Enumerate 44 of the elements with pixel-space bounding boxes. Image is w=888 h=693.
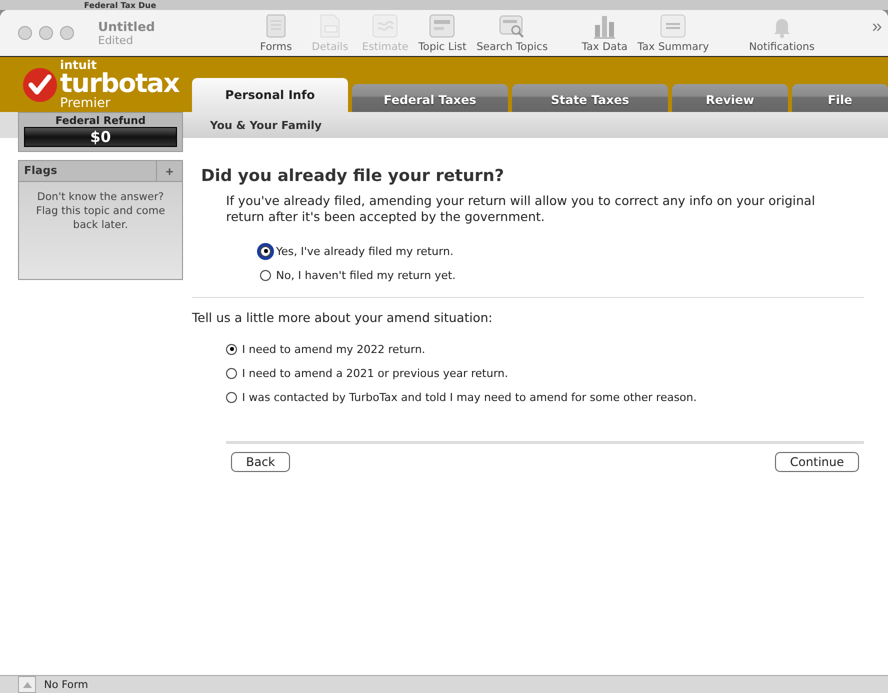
brand-name: intuit (60, 59, 98, 71)
tab[interactable]: Review (672, 84, 788, 112)
option-label[interactable]: I was contacted by TurboTax and told I may need to amend for some other reason. (242, 390, 697, 404)
question-description: If you've already filed, amending your return will allow you to correct any info on your original return after it's been accepted by the government. (226, 193, 816, 225)
list-icon (428, 13, 456, 39)
breadcrumb: You & Your Family (210, 118, 322, 132)
status-form: No Form (44, 678, 88, 690)
refund-amount: $0 (24, 127, 177, 147)
toolbar-button[interactable]: Tax Summary (634, 13, 713, 53)
refund-label: Federal Refund (54, 115, 147, 127)
edition-name: Premier (60, 97, 112, 110)
search-icon (498, 13, 526, 39)
toolbar-button[interactable]: Forms (250, 13, 302, 53)
toolbar-overflow-button[interactable]: » (866, 16, 888, 36)
tab[interactable]: Federal Taxes (352, 84, 508, 112)
background-window-title: Federal Tax Due (84, 1, 156, 10)
option-label[interactable]: No, I haven't filed my return yet. (276, 268, 456, 282)
option-label[interactable]: Yes, I've already filed my return. (276, 244, 454, 258)
flags-message: Don't know the answer? Flag this topic and come back later. (34, 190, 166, 233)
radio-button[interactable] (226, 344, 237, 354)
back-button[interactable]: Back (231, 452, 290, 472)
tab[interactable]: State Taxes (512, 84, 668, 112)
flags-title: Flags (23, 163, 58, 179)
window-title: Untitled (98, 19, 156, 34)
window-subtitle: Edited (98, 34, 134, 47)
option-label[interactable]: I need to amend a 2021 or previous year return. (242, 366, 508, 380)
continue-button[interactable]: Continue (775, 452, 859, 472)
option-label[interactable]: I need to amend my 2022 return. (242, 342, 426, 356)
toolbar-button[interactable]: Tax Data (578, 13, 632, 53)
summary-icon (659, 13, 688, 39)
radio-button[interactable] (260, 246, 271, 256)
product-name: turbotax (60, 71, 179, 97)
toolbar-button[interactable]: Topic List (414, 13, 470, 53)
question-title: Did you already file your return? (201, 166, 506, 185)
radio-button[interactable] (260, 270, 271, 280)
section-heading: Tell us a little more about your amend situation: (192, 310, 494, 325)
tab[interactable]: File (792, 84, 888, 112)
radio-button[interactable] (226, 392, 237, 402)
tab[interactable]: Personal Info (192, 78, 348, 112)
toolbar-button[interactable]: Search Topics (472, 13, 552, 53)
checkmark-logo-icon (22, 66, 58, 102)
radio-button[interactable] (226, 368, 237, 378)
toolbar-button[interactable]: Notifications (744, 13, 819, 53)
triangle-up-icon (22, 682, 32, 688)
